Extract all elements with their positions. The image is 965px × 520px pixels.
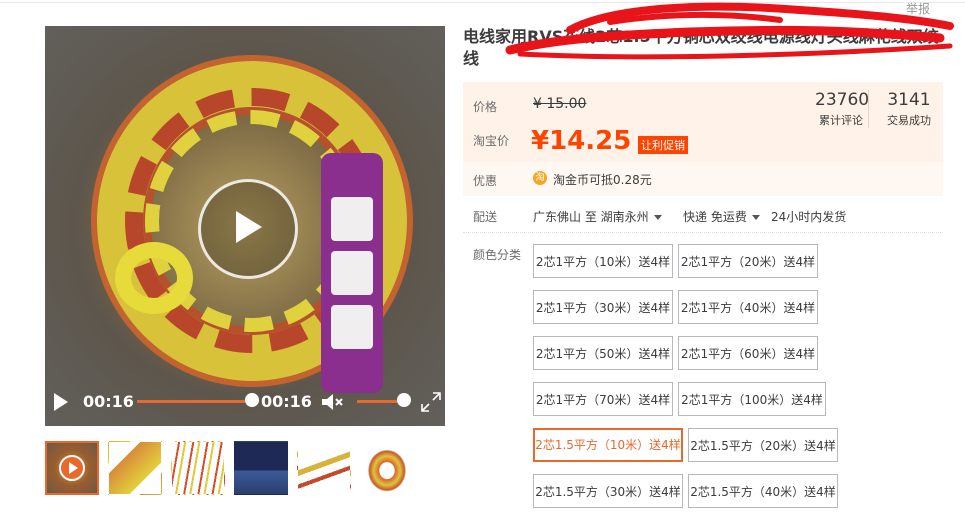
shipping-route: 广东佛山 至 湖南永州 [533, 210, 649, 224]
shipping-route-dropdown[interactable]: 广东佛山 至 湖南永州 [533, 208, 662, 225]
chevron-down-icon [653, 215, 662, 220]
socket [331, 305, 373, 349]
shipping-method-dropdown[interactable]: 快递 免运费 [683, 208, 760, 225]
play-overlay-button[interactable] [198, 179, 298, 279]
color-option[interactable]: 2芯1平方（20米）送4样 [678, 244, 818, 278]
progress-bar[interactable] [137, 400, 259, 403]
volume-knob[interactable] [397, 393, 411, 407]
color-category-label: 颜色分类 [473, 248, 522, 262]
shipping-row: 配送 广东佛山 至 湖南永州 快递 免运费 24小时内发货 [463, 196, 943, 233]
play-circle-icon [59, 455, 85, 481]
sales-stat: 3141 交易成功 [881, 90, 937, 128]
thumbnail-wire-samples[interactable] [171, 441, 225, 495]
fullscreen-icon[interactable] [420, 391, 442, 413]
taobao-price-label: 淘宝价 [473, 134, 510, 148]
thumbnail-socket-promo[interactable] [108, 441, 162, 495]
discount-row: 优惠 淘 淘金币可抵0.28元 [463, 162, 943, 196]
color-option[interactable]: 2芯1平方（10米）送4样 [533, 244, 673, 278]
original-price: ¥ 15.00 [533, 96, 587, 112]
discount-label: 优惠 [473, 174, 498, 188]
socket [331, 251, 373, 295]
thumbnail-spec-sheet[interactable] [234, 441, 288, 495]
color-option[interactable]: 2芯1平方（50米）送4样 [533, 336, 673, 370]
chevron-down-icon [751, 215, 760, 220]
color-option[interactable]: 2芯1平方（40米）送4样 [678, 290, 818, 324]
promo-badge: 让利促销 [638, 136, 688, 154]
reviews-count: 23760 [815, 90, 870, 110]
socket [331, 197, 373, 241]
color-option-selected[interactable]: 2芯1.5平方（10米）送4样 [533, 428, 683, 462]
reviews-stat[interactable]: 23760 累计评论 [815, 90, 870, 128]
sales-label: 交易成功 [887, 114, 931, 127]
power-strip [321, 153, 383, 393]
progress-knob[interactable] [245, 393, 259, 407]
current-time: 00:16 [83, 392, 134, 411]
price-box: 价格 ¥ 15.00 淘宝价 ¥14.25 让利促销 23760 累计评论 31… [463, 82, 943, 162]
color-option[interactable]: 2芯1平方（100米）送4样 [678, 382, 826, 416]
color-option[interactable]: 2芯1平方（70米）送4样 [533, 382, 673, 416]
product-video-player[interactable]: 00:16 00:16 [45, 26, 445, 426]
shipping-method: 快递 免运费 [683, 210, 747, 224]
shipping-label: 配送 [473, 210, 498, 224]
control-play-icon[interactable] [53, 392, 69, 412]
sales-count: 3141 [887, 90, 931, 110]
redaction-scribble [505, 2, 954, 60]
stat-divider [868, 90, 869, 128]
dispatch-time: 24小时内发货 [771, 210, 847, 224]
thumbnail-video[interactable] [45, 441, 99, 495]
mute-volume-icon[interactable] [321, 392, 345, 412]
tape-roll [115, 242, 193, 314]
reviews-label: 累计评论 [819, 114, 863, 127]
price-label: 价格 [473, 100, 498, 114]
coin-icon: 淘 [533, 171, 547, 185]
coin-discount-text: 淘金币可抵0.28元 [553, 173, 652, 187]
color-option[interactable]: 2芯1.5平方（30米）送4样 [533, 474, 683, 508]
duration: 00:16 [261, 392, 312, 411]
thumbnail-coil[interactable] [360, 441, 414, 495]
color-option[interactable]: 2芯1平方（60米）送4样 [678, 336, 818, 370]
play-icon [236, 211, 262, 243]
thumbnail-wire-ends[interactable] [297, 441, 351, 495]
color-option[interactable]: 2芯1.5平方（40米）送4样 [688, 474, 838, 508]
color-option[interactable]: 2芯1平方（30米）送4样 [533, 290, 673, 324]
color-option[interactable]: 2芯1.5平方（20米）送4样 [688, 428, 838, 462]
current-price: ¥14.25 [531, 126, 632, 156]
